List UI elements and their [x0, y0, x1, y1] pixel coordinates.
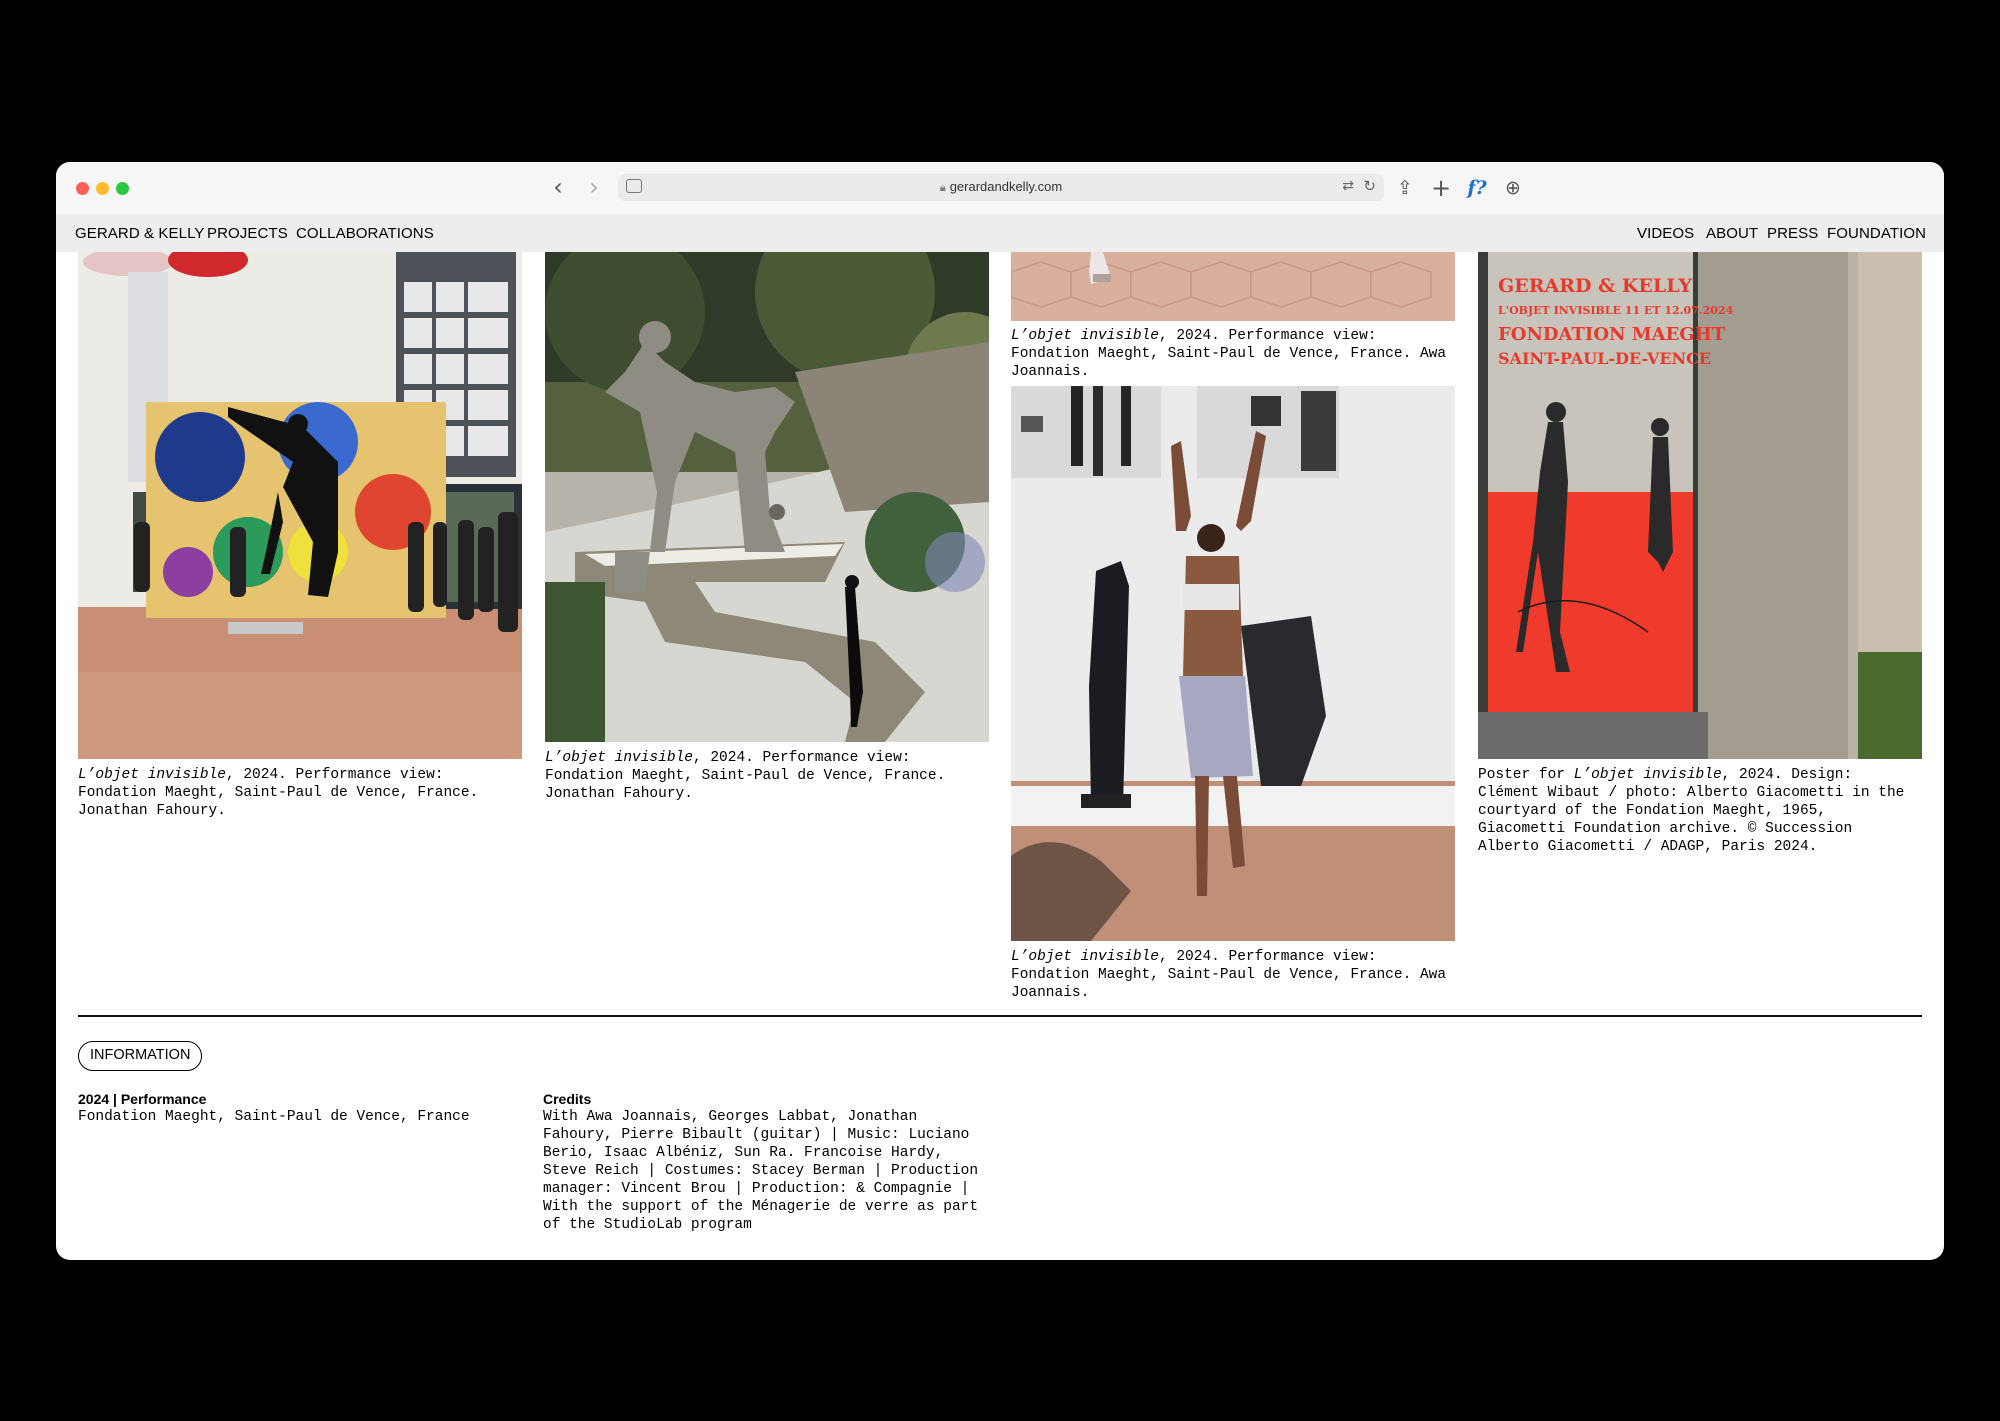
year-type-heading: 2024 | Performance — [78, 1091, 207, 1107]
credits-heading: Credits — [543, 1091, 592, 1107]
caption-2: L’objet invisible, 2024. Performance vie… — [545, 750, 946, 802]
download-icon[interactable]: ⊕ — [1500, 175, 1526, 201]
title-bar: ‹ › 🔒︎ gerardandkelly.com ⇄ ↻ ⇪ + f? ⊕ — [56, 162, 1944, 215]
lock-icon: 🔒︎ — [939, 181, 946, 194]
caption-1: L’objet invisible, 2024. Performance vie… — [78, 767, 479, 819]
caption-5: Poster for L’objet invisible, 2024. Desi… — [1478, 767, 1905, 855]
new-tab-icon[interactable]: + — [1428, 175, 1454, 201]
nav-collaborations[interactable]: COLLABORATIONS — [296, 225, 434, 242]
zoom-window-button[interactable] — [116, 182, 129, 195]
nav-videos[interactable]: VIDEOS — [1637, 225, 1694, 242]
share-icon[interactable]: ⇪ — [1392, 175, 1418, 201]
photo-floor-shoes[interactable] — [1011, 252, 1455, 321]
poster-line-1: GERARD & KELLY — [1498, 275, 1692, 297]
poster-line-2: L'OBJET INVISIBLE 11 ET 12.07.2024 — [1498, 304, 1734, 317]
information-tab[interactable]: INFORMATION — [78, 1041, 203, 1071]
caption-4: L’objet invisible, 2024. Performance vie… — [1011, 949, 1447, 1001]
site-navigation: GERARD & KELLY PROJECTS COLLABORATIONS V… — [56, 214, 1944, 252]
poster-line-3: FONDATION MAEGHT — [1498, 324, 1726, 345]
nav-projects[interactable]: PROJECTS — [207, 225, 288, 242]
section-divider — [78, 1015, 1922, 1017]
back-chevron-icon[interactable]: ‹ — [544, 174, 572, 202]
nav-about[interactable]: ABOUT — [1706, 225, 1758, 242]
address-bar[interactable]: 🔒︎ gerardandkelly.com ⇄ ↻ — [618, 174, 1384, 201]
forward-chevron-icon[interactable]: › — [580, 174, 608, 202]
project-page: L’objet invisible, 2024. Performance vie… — [56, 252, 1944, 1260]
credits-text: With Awa Joannais, Georges Labbat, Jonat… — [543, 1109, 979, 1233]
brand-link[interactable]: GERARD & KELLY — [75, 225, 205, 242]
font-extension-icon[interactable]: f? — [1464, 175, 1490, 201]
browser-window: ‹ › 🔒︎ gerardandkelly.com ⇄ ↻ ⇪ + f? ⊕ GE… — [56, 162, 1944, 1260]
poster-line-4: SAINT-PAUL-DE-VENCE — [1498, 349, 1711, 368]
photo-gallery-dancer[interactable] — [78, 252, 522, 759]
minimize-window-button[interactable] — [96, 182, 109, 195]
translate-icon[interactable]: ⇄ — [1342, 178, 1354, 194]
photo-dancer-arms-up[interactable] — [1011, 386, 1455, 941]
photo-poster-window[interactable]: GERARD & KELLY L'OBJET INVISIBLE 11 ET 1… — [1478, 252, 1922, 759]
nav-foundation[interactable]: FOUNDATION — [1827, 225, 1926, 242]
url-display[interactable]: 🔒︎ gerardandkelly.com — [618, 179, 1384, 195]
photo-sculpture-garden[interactable] — [545, 252, 989, 742]
nav-press[interactable]: PRESS — [1767, 225, 1818, 242]
caption-3: L’objet invisible, 2024. Performance vie… — [1011, 328, 1447, 380]
reload-icon[interactable]: ↻ — [1363, 177, 1376, 195]
close-window-button[interactable] — [76, 182, 89, 195]
location-text: Fondation Maeght, Saint-Paul de Vence, F… — [78, 1109, 470, 1125]
